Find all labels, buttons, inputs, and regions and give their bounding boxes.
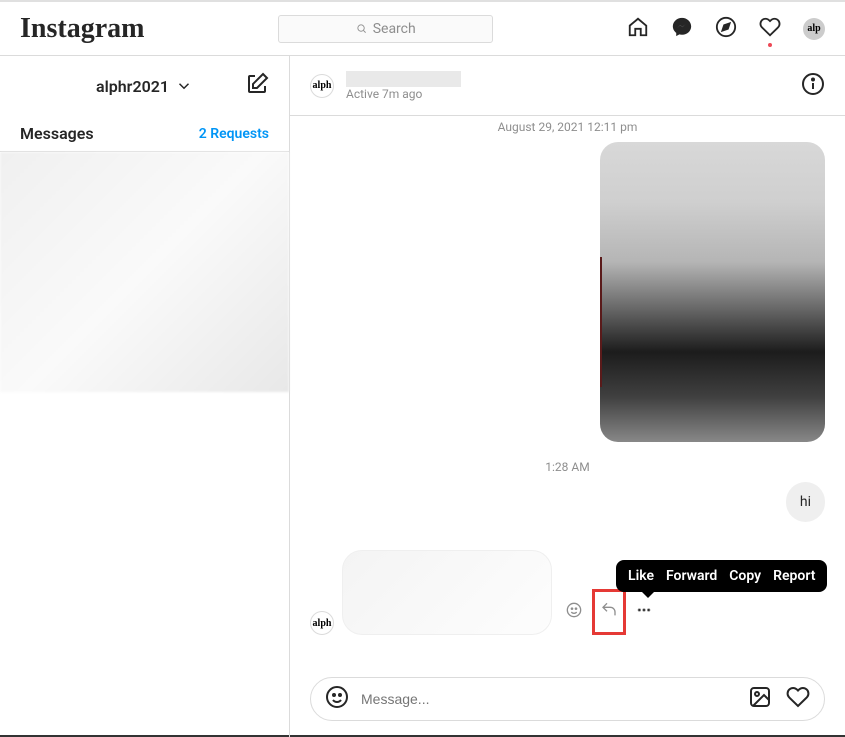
shared-post[interactable]	[600, 142, 825, 442]
photo-button[interactable]	[748, 685, 772, 713]
search-placeholder: Search	[373, 21, 416, 37]
chevron-down-icon	[175, 77, 193, 95]
composer-actions	[748, 685, 810, 713]
notification-dot	[768, 43, 772, 47]
message-bubble[interactable]: hi	[786, 482, 825, 522]
message-row-outgoing: hi	[310, 482, 825, 522]
search-wrap: Search	[164, 15, 607, 43]
chat-header-avatar[interactable]: alph	[310, 74, 334, 98]
composer	[290, 661, 845, 737]
nav-icons: alp	[627, 16, 825, 42]
message-actions: Like Forward Copy Report	[566, 589, 652, 635]
tab-requests[interactable]: 2 Requests	[199, 126, 269, 142]
chat-pane: alph Active 7m ago August 29, 2021 12:11…	[290, 56, 845, 737]
chat-username	[346, 71, 461, 87]
search-icon	[356, 23, 367, 34]
like-button[interactable]	[786, 685, 810, 713]
new-message-button[interactable]	[245, 72, 269, 100]
time-separator: 1:28 AM	[310, 460, 825, 474]
account-switcher[interactable]: alphr2021	[96, 77, 193, 96]
tooltip-forward[interactable]: Forward	[666, 568, 717, 584]
main-layout: alphr2021 Messages 2 Requests alph Activ…	[0, 56, 845, 737]
message-bubble[interactable]	[342, 550, 552, 635]
more-options-button[interactable]: Like Forward Copy Report	[636, 602, 652, 622]
tab-messages[interactable]: Messages	[20, 124, 94, 143]
emoji-button[interactable]	[325, 685, 349, 713]
sidebar: alphr2021 Messages 2 Requests	[0, 56, 290, 737]
sidebar-username: alphr2021	[96, 77, 169, 96]
tooltip-like[interactable]: Like	[628, 568, 654, 584]
thread-list-item[interactable]	[0, 152, 289, 392]
info-button[interactable]	[801, 72, 825, 100]
instagram-logo[interactable]: Instagram	[20, 13, 144, 45]
tooltip-copy[interactable]: Copy	[729, 568, 761, 584]
profile-avatar[interactable]: alp	[803, 18, 825, 40]
reply-button[interactable]	[592, 589, 626, 635]
home-icon[interactable]	[627, 16, 649, 42]
shared-post-accent	[600, 257, 602, 387]
chat-header: alph Active 7m ago	[290, 56, 845, 116]
messenger-icon[interactable]	[671, 16, 693, 42]
composer-inner	[310, 677, 825, 721]
chat-body: August 29, 2021 12:11 pm 1:28 AM hi alph	[290, 116, 845, 661]
activity-icon[interactable]	[759, 16, 781, 42]
chat-user-info[interactable]: Active 7m ago	[346, 71, 789, 101]
tooltip-report[interactable]: Report	[773, 568, 815, 584]
message-row-outgoing	[310, 142, 825, 442]
message-row-incoming: alph Like Forward Copy	[310, 550, 825, 635]
chat-status: Active 7m ago	[346, 87, 789, 101]
date-separator: August 29, 2021 12:11 pm	[310, 120, 825, 134]
emoji-react-button[interactable]	[566, 602, 582, 622]
sidebar-header: alphr2021	[0, 56, 289, 116]
message-options-tooltip: Like Forward Copy Report	[616, 560, 827, 592]
explore-icon[interactable]	[715, 16, 737, 42]
message-avatar[interactable]: alph	[310, 611, 334, 635]
message-input[interactable]	[361, 691, 736, 707]
top-nav: Instagram Search alp	[0, 2, 845, 56]
search-input[interactable]: Search	[278, 15, 493, 43]
sidebar-tabs: Messages 2 Requests	[0, 116, 289, 152]
